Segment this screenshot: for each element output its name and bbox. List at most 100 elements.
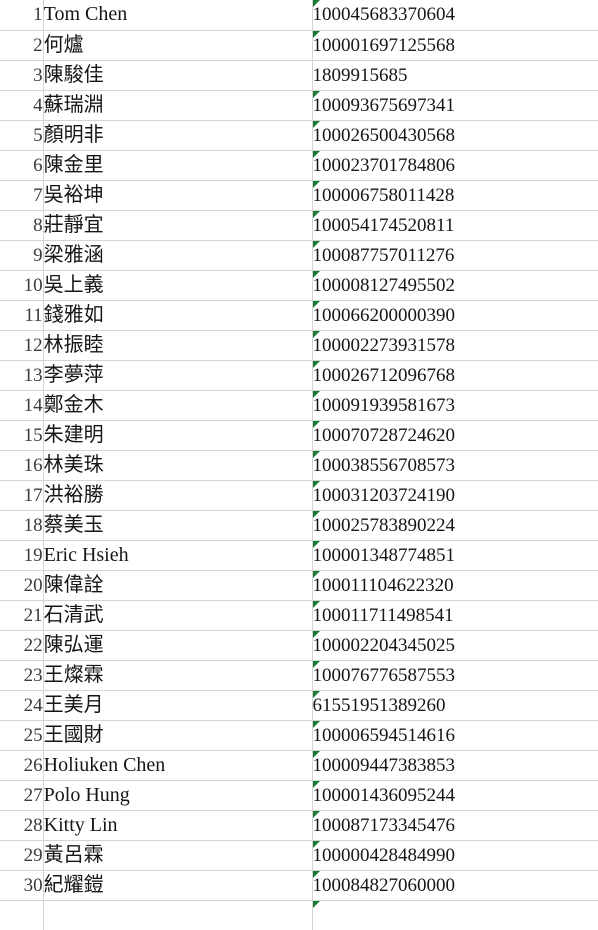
name-cell[interactable]: 梁雅涵 [43,240,313,271]
spreadsheet-grid[interactable]: 1 Tom Chen 100045683370604 2 何爐 1000016971255… [0,0,598,930]
row-header-cell[interactable]: 14 [0,390,44,421]
name-cell[interactable]: 李夢萍 [43,360,313,391]
id-cell[interactable]: 100054174520811 [312,210,598,241]
id-cell[interactable]: 100006758011428 [312,180,598,211]
id-cell[interactable]: 100087757011276 [312,240,598,271]
name-cell[interactable]: 陳金里 [43,150,313,181]
table-row[interactable] [0,900,598,930]
name-cell[interactable]: Polo Hung [43,780,313,811]
row-header-cell[interactable]: 5 [0,120,44,151]
name-cell[interactable]: 蔡美玉 [43,510,313,541]
name-cell[interactable]: 黃呂霖 [43,840,313,871]
table-row[interactable]: 24 王美月 61551951389260 [0,690,598,721]
row-header-cell[interactable]: 26 [0,750,44,781]
name-cell[interactable] [43,900,313,930]
table-row[interactable]: 1 Tom Chen 100045683370604 [0,0,598,31]
row-header-cell[interactable]: 11 [0,300,44,331]
table-row[interactable]: 15 朱建明 100070728724620 [0,420,598,451]
table-row[interactable]: 25 王國財 100006594514616 [0,720,598,751]
name-cell[interactable]: 林振睦 [43,330,313,361]
table-row[interactable]: 14 鄭金木 100091939581673 [0,390,598,421]
row-header-cell[interactable]: 16 [0,450,44,481]
id-cell[interactable]: 100023701784806 [312,150,598,181]
name-cell[interactable]: 陳駿佳 [43,60,313,91]
table-row[interactable]: 7 吳裕坤 100006758011428 [0,180,598,211]
row-header-cell[interactable]: 12 [0,330,44,361]
table-row[interactable]: 27 Polo Hung 100001436095244 [0,780,598,811]
name-cell[interactable]: 鄭金木 [43,390,313,421]
row-header-cell[interactable]: 25 [0,720,44,751]
name-cell[interactable]: 錢雅如 [43,300,313,331]
table-row[interactable]: 23 王燦霖 100076776587553 [0,660,598,691]
row-header-cell[interactable]: 21 [0,600,44,631]
id-cell[interactable]: 100087173345476 [312,810,598,841]
id-cell[interactable]: 100076776587553 [312,660,598,691]
id-cell[interactable] [312,900,598,930]
name-cell[interactable]: 王國財 [43,720,313,751]
table-row[interactable]: 18 蔡美玉 100025783890224 [0,510,598,541]
id-cell[interactable]: 100011104622320 [312,570,598,601]
name-cell[interactable]: 陳偉詮 [43,570,313,601]
row-header-cell[interactable]: 27 [0,780,44,811]
name-cell[interactable]: 朱建明 [43,420,313,451]
table-row[interactable]: 19 Eric Hsieh 100001348774851 [0,540,598,571]
row-header-cell[interactable]: 9 [0,240,44,271]
table-row[interactable]: 26 Holiuken Chen 100009447383853 [0,750,598,781]
row-header-cell[interactable]: 3 [0,60,44,91]
row-header-cell[interactable]: 8 [0,210,44,241]
row-header-cell[interactable]: 24 [0,690,44,721]
id-cell[interactable]: 100031203724190 [312,480,598,511]
id-cell[interactable]: 100026500430568 [312,120,598,151]
id-cell[interactable]: 1809915685 [312,60,598,91]
table-row[interactable]: 12 林振睦 100002273931578 [0,330,598,361]
table-row[interactable]: 16 林美珠 100038556708573 [0,450,598,481]
table-row[interactable]: 13 李夢萍 100026712096768 [0,360,598,391]
name-cell[interactable]: 陳弘運 [43,630,313,661]
name-cell[interactable]: 洪裕勝 [43,480,313,511]
row-header-cell[interactable]: 13 [0,360,44,391]
id-cell[interactable]: 100011711498541 [312,600,598,631]
row-header-cell[interactable]: 2 [0,30,44,61]
row-header-cell[interactable]: 18 [0,510,44,541]
table-row[interactable]: 22 陳弘運 100002204345025 [0,630,598,661]
id-cell[interactable]: 100026712096768 [312,360,598,391]
table-row[interactable]: 6 陳金里 100023701784806 [0,150,598,181]
row-header-cell[interactable]: 15 [0,420,44,451]
id-cell[interactable]: 100001436095244 [312,780,598,811]
row-header-cell[interactable]: 20 [0,570,44,601]
id-cell[interactable]: 100045683370604 [312,0,598,31]
row-header-cell[interactable]: 4 [0,90,44,121]
name-cell[interactable]: 莊靜宜 [43,210,313,241]
id-cell[interactable]: 100084827060000 [312,870,598,901]
row-header-cell[interactable]: 6 [0,150,44,181]
name-cell[interactable]: 顏明非 [43,120,313,151]
name-cell[interactable]: 石清武 [43,600,313,631]
name-cell[interactable]: 王燦霖 [43,660,313,691]
row-header-cell[interactable]: 28 [0,810,44,841]
name-cell[interactable]: Kitty Lin [43,810,313,841]
table-row[interactable]: 17 洪裕勝 100031203724190 [0,480,598,511]
name-cell[interactable]: Tom Chen [43,0,313,31]
name-cell[interactable]: 蘇瑞淵 [43,90,313,121]
id-cell[interactable]: 100006594514616 [312,720,598,751]
name-cell[interactable]: 林美珠 [43,450,313,481]
name-cell[interactable]: Eric Hsieh [43,540,313,571]
id-cell[interactable]: 100008127495502 [312,270,598,301]
id-cell[interactable]: 100091939581673 [312,390,598,421]
table-row[interactable]: 8 莊靜宜 100054174520811 [0,210,598,241]
id-cell[interactable]: 100009447383853 [312,750,598,781]
data-table[interactable]: 1 Tom Chen 100045683370604 2 何爐 1000016971255… [0,0,598,930]
table-row[interactable]: 9 梁雅涵 100087757011276 [0,240,598,271]
table-row[interactable]: 11 錢雅如 100066200000390 [0,300,598,331]
id-cell[interactable]: 100070728724620 [312,420,598,451]
id-cell[interactable]: 100001348774851 [312,540,598,571]
row-header-cell[interactable]: 7 [0,180,44,211]
row-header-cell[interactable]: 22 [0,630,44,661]
row-header-cell[interactable]: 1 [0,0,44,31]
id-cell[interactable]: 100066200000390 [312,300,598,331]
table-row[interactable]: 28 Kitty Lin 100087173345476 [0,810,598,841]
table-row[interactable]: 20 陳偉詮 100011104622320 [0,570,598,601]
name-cell[interactable]: 紀耀鎧 [43,870,313,901]
table-row[interactable]: 4 蘇瑞淵 100093675697341 [0,90,598,121]
table-row[interactable]: 21 石清武 100011711498541 [0,600,598,631]
